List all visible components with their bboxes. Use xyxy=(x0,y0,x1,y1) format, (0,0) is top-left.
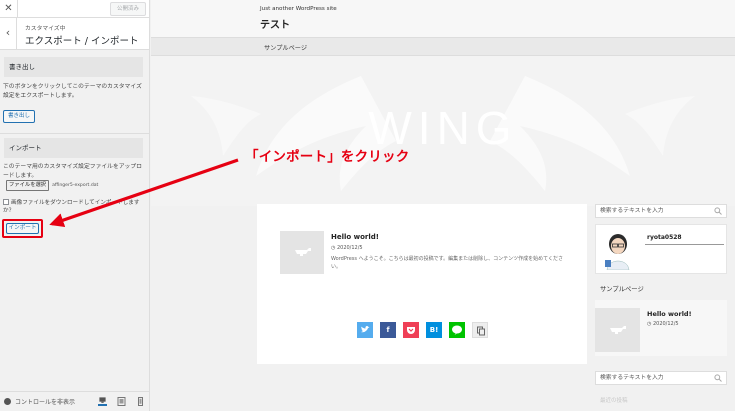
profile-divider xyxy=(645,244,724,245)
download-images-option: 画像ファイルをダウンロードしてインポートしますか？ xyxy=(3,199,147,215)
post-date-text: 2020/12/5 xyxy=(336,245,363,251)
publish-button[interactable]: 公開済み xyxy=(109,2,146,16)
collapse-icon xyxy=(4,398,11,405)
hatena-icon: B! xyxy=(429,326,439,334)
hide-controls-button[interactable]: コントロールを非表示 xyxy=(4,397,75,406)
post-title[interactable]: Hello world! xyxy=(331,233,379,241)
mobile-icon[interactable] xyxy=(136,397,145,406)
file-input-row: ファイルを選択 affinger5-export.dat xyxy=(6,180,98,191)
search-icon[interactable] xyxy=(714,207,722,215)
twitter-icon xyxy=(361,325,370,333)
section-header: ‹ カスタマイズ中 エクスポート / インポート xyxy=(0,18,149,50)
search-placeholder-2: 検索するテキストを入力 xyxy=(600,375,664,381)
nav-bar: サンプルページ xyxy=(151,37,735,56)
nav-item-sample-page[interactable]: サンプルページ xyxy=(264,43,307,52)
import-description: このテーマ用のカスタマイズ設定ファイルをアップロードします。 xyxy=(3,164,142,179)
customizer-topbar: ✕ 公開済み xyxy=(0,0,149,18)
export-button[interactable]: 書き出し xyxy=(3,110,36,123)
pocket-icon xyxy=(407,327,415,334)
site-header: Just another WordPress site テスト xyxy=(151,0,735,37)
import-button-highlight: インポート xyxy=(2,219,43,238)
site-preview: Just another WordPress site テスト サンプルページ … xyxy=(151,0,735,411)
selected-file-name: affinger5-export.dat xyxy=(52,183,99,188)
customizer-footer: コントロールを非表示 xyxy=(0,391,149,411)
no-image-icon xyxy=(595,308,640,352)
post-card: Hello world! ◷ 2020/12/5 WordPress へようこそ… xyxy=(257,204,587,364)
copy-share-button[interactable] xyxy=(472,322,488,338)
search-icon[interactable] xyxy=(714,374,722,382)
export-heading: 書き出し xyxy=(4,57,143,77)
sidebar-search-input[interactable]: 検索するテキストを入力 xyxy=(595,204,727,218)
post-excerpt: WordPress へようこそ。こちらは最初の投稿です。編集または削除し、コンテ… xyxy=(331,256,563,270)
share-buttons: f B! xyxy=(357,322,495,338)
no-image-icon xyxy=(280,231,324,274)
facebook-icon: f xyxy=(386,326,390,334)
profile-card: ryota0528 xyxy=(595,224,727,274)
sidebar-post-date-text: 2020/12/5 xyxy=(652,321,679,327)
download-images-label: 画像ファイルをダウンロードしてインポートしますか？ xyxy=(3,200,140,214)
twitter-share-button[interactable] xyxy=(357,322,373,338)
avatar xyxy=(605,234,630,270)
section-title: エクスポート / インポート xyxy=(25,36,139,47)
hero-header-image: WING xyxy=(151,56,735,206)
copy-icon xyxy=(477,326,485,336)
annotation-label: 「インポート」をクリック xyxy=(245,149,410,165)
close-icon[interactable]: ✕ xyxy=(0,0,18,18)
sidebar-search-input-2[interactable]: 検索するテキストを入力 xyxy=(595,371,727,385)
pocket-share-button[interactable] xyxy=(403,322,419,338)
desktop-icon[interactable] xyxy=(98,397,107,406)
hatena-share-button[interactable]: B! xyxy=(426,322,442,338)
site-tagline: Just another WordPress site xyxy=(260,6,337,12)
line-icon xyxy=(452,325,462,335)
section-divider xyxy=(0,133,149,134)
import-button[interactable]: インポート xyxy=(6,223,39,234)
sidebar-post-item[interactable]: Hello world! ◷ 2020/12/5 xyxy=(595,300,727,356)
sidebar-sample-page[interactable]: サンプルページ xyxy=(600,284,644,293)
tablet-icon[interactable] xyxy=(117,397,126,406)
profile-name: ryota0528 xyxy=(647,234,682,241)
sidebar-post-date: ◷ 2020/12/5 xyxy=(647,321,679,327)
site-title[interactable]: テスト xyxy=(260,16,290,31)
hide-controls-label: コントロールを非表示 xyxy=(15,399,76,406)
section-subtitle: カスタマイズ中 xyxy=(25,26,66,32)
customizer-sidebar: ✕ 公開済み ‹ カスタマイズ中 エクスポート / インポート 書き出し 下のボ… xyxy=(0,0,150,411)
line-share-button[interactable] xyxy=(449,322,465,338)
back-arrow-icon[interactable]: ‹ xyxy=(0,18,17,50)
import-heading: インポート xyxy=(4,138,143,158)
export-description: 下のボタンをクリックしてこのテーマのカスタマイズ設定をエクスポートします。 xyxy=(3,84,142,99)
sidebar-post-title[interactable]: Hello world! xyxy=(647,310,692,318)
search-placeholder: 検索するテキストを入力 xyxy=(600,208,664,214)
facebook-share-button[interactable]: f xyxy=(380,322,396,338)
download-images-checkbox[interactable] xyxy=(3,199,9,205)
post-date: ◷ 2020/12/5 xyxy=(331,245,363,251)
sidebar-faded-heading: 最近の投稿 xyxy=(600,398,628,404)
choose-file-button[interactable]: ファイルを選択 xyxy=(6,180,50,191)
